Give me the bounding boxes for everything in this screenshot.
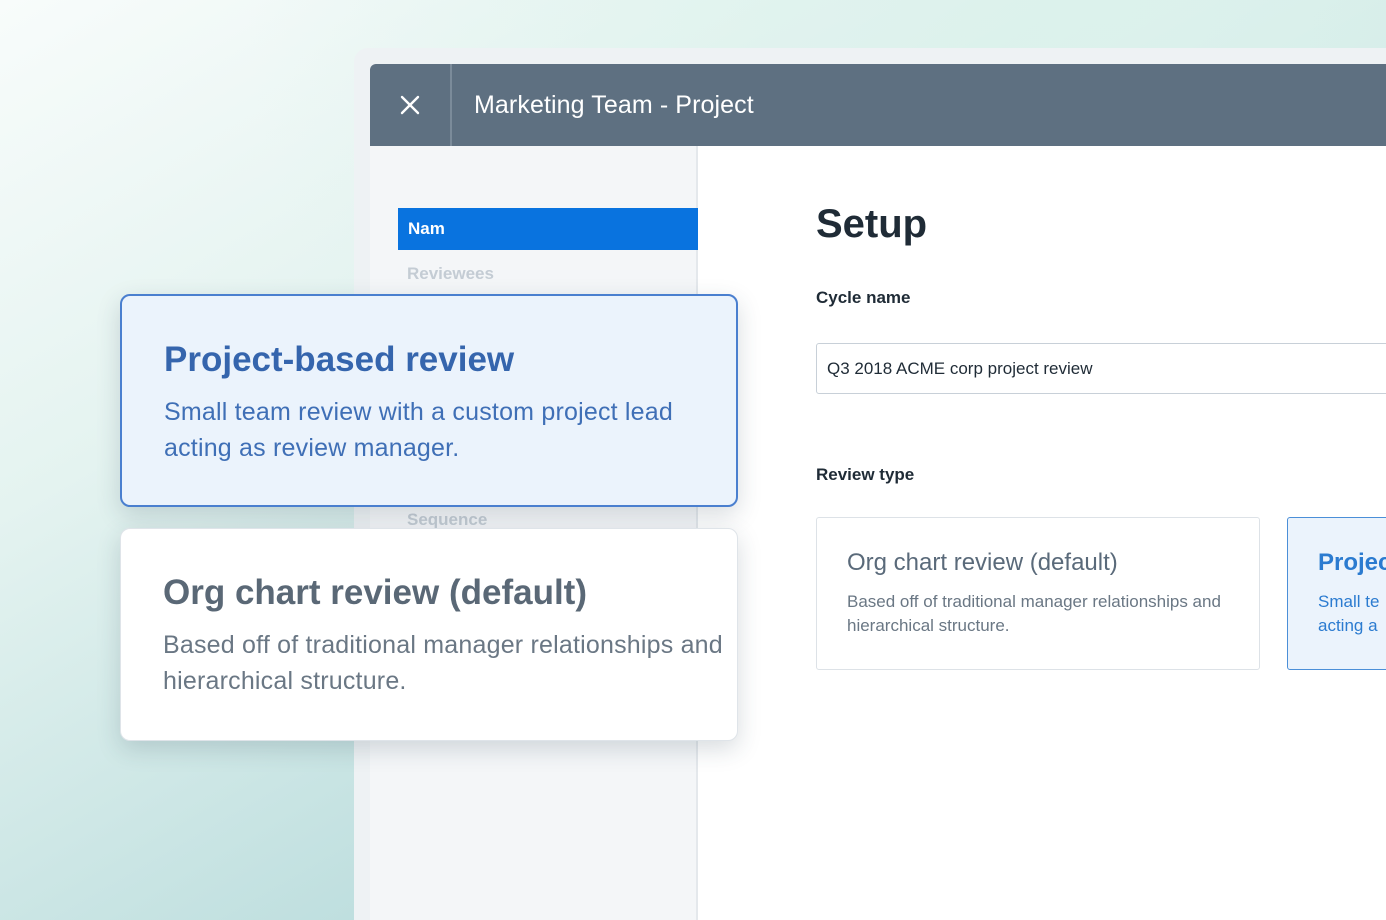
option-description: Based off of traditional manager relatio… xyxy=(847,592,1221,635)
card-description: Based off of traditional manager relatio… xyxy=(163,631,723,695)
close-button[interactable] xyxy=(370,64,452,146)
cycle-name-input[interactable] xyxy=(816,343,1386,394)
review-type-option-org-chart[interactable]: Org chart review (default) Based off of … xyxy=(816,517,1260,670)
cycle-name-label: Cycle name xyxy=(816,288,911,307)
org-chart-review-card[interactable]: Org chart review (default) Based off of … xyxy=(120,528,738,741)
card-title: Org chart review (default) xyxy=(163,573,587,612)
option-title: Org chart review (default) xyxy=(847,549,1118,576)
page-title: Setup xyxy=(816,202,928,246)
review-type-option-project[interactable]: Projec Small te acting a xyxy=(1287,517,1386,670)
title-bar: Marketing Team - Project xyxy=(370,64,1386,146)
main-panel: Setup Cycle name Review type Org chart r… xyxy=(700,146,1386,920)
project-based-review-card[interactable]: Project-based review Small team review w… xyxy=(120,294,738,507)
card-title: Project-based review xyxy=(164,340,515,379)
option-description: Small te acting a xyxy=(1318,592,1380,635)
sidebar-item-name[interactable]: Nam xyxy=(398,208,698,250)
option-title: Projec xyxy=(1318,549,1386,576)
close-icon[interactable] xyxy=(399,94,421,116)
card-description: Small team review with a custom project … xyxy=(164,398,673,462)
sidebar-item-reviewees[interactable]: Reviewees xyxy=(407,264,494,284)
sidebar-item-sequence[interactable]: Sequence xyxy=(407,510,487,530)
window-title: Marketing Team - Project xyxy=(474,90,754,119)
review-type-label: Review type xyxy=(816,465,915,484)
